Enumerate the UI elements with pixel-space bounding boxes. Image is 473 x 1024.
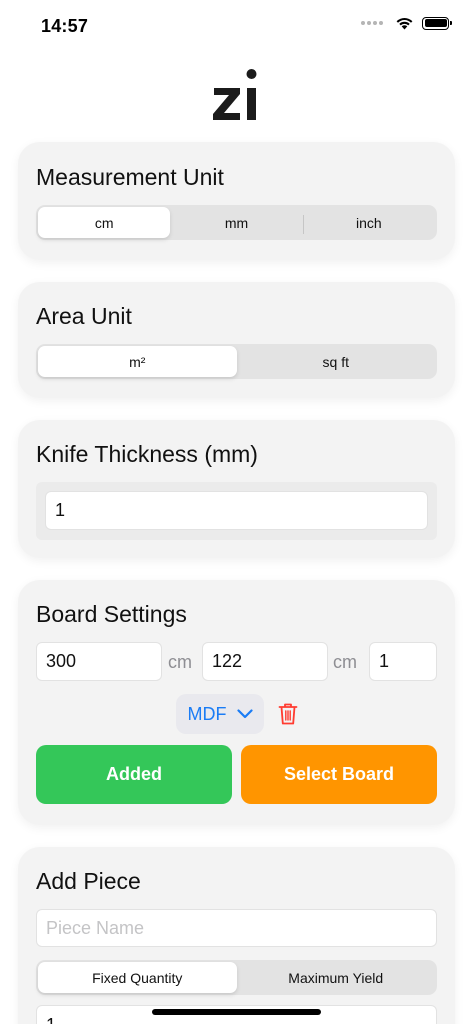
- area-option-sqft[interactable]: sq ft: [237, 346, 436, 377]
- measurement-unit-selector: cm mm inch: [36, 205, 437, 240]
- area-unit-card: Area Unit m² sq ft: [18, 282, 455, 398]
- status-time: 14:57: [41, 16, 89, 36]
- unit-option-inch[interactable]: inch: [302, 207, 435, 238]
- measurement-unit-title: Measurement Unit: [36, 164, 224, 190]
- app-screen: 14:57 Measurement Unit cm mm inch Area U…: [0, 0, 473, 1024]
- battery-icon: [422, 16, 452, 30]
- knife-thickness-title: Knife Thickness (mm): [36, 441, 258, 467]
- mode-maximum-yield[interactable]: Maximum Yield: [237, 962, 436, 993]
- app-logo: [213, 69, 257, 120]
- unit-option-mm[interactable]: mm: [170, 207, 302, 238]
- material-picker[interactable]: MDF: [176, 694, 264, 734]
- added-button[interactable]: Added: [36, 745, 232, 804]
- mode-fixed-quantity[interactable]: Fixed Quantity: [38, 962, 237, 993]
- board-length-input[interactable]: 300: [36, 642, 162, 681]
- piece-name-input[interactable]: Piece Name: [36, 909, 437, 947]
- board-settings-title: Board Settings: [36, 601, 187, 627]
- knife-thickness-card: Knife Thickness (mm) 1: [18, 420, 455, 558]
- board-length-unit: cm: [168, 652, 192, 672]
- add-piece-card: Add Piece Piece Name Fixed Quantity Maxi…: [18, 847, 455, 1024]
- material-label: MDF: [187, 703, 227, 724]
- status-bar: 14:57: [0, 0, 473, 50]
- home-indicator: [152, 1009, 321, 1015]
- area-unit-title: Area Unit: [36, 303, 132, 329]
- board-width-unit: cm: [333, 652, 357, 672]
- select-board-button[interactable]: Select Board: [241, 745, 437, 804]
- board-quantity-input[interactable]: 1: [369, 642, 437, 681]
- cellular-dots-icon: [361, 21, 383, 25]
- board-width-input[interactable]: 122: [202, 642, 328, 681]
- add-piece-title: Add Piece: [36, 868, 141, 894]
- board-settings-card: Board Settings 300 cm 122 cm 1 MDF Added…: [18, 580, 455, 825]
- piece-mode-selector: Fixed Quantity Maximum Yield: [36, 960, 437, 995]
- status-icons: [361, 16, 452, 30]
- chevron-down-icon: [236, 709, 253, 719]
- knife-thickness-input[interactable]: 1: [45, 491, 428, 530]
- unit-option-cm[interactable]: cm: [38, 207, 171, 238]
- trash-icon[interactable]: [278, 702, 298, 726]
- measurement-unit-card: Measurement Unit cm mm inch: [18, 142, 455, 260]
- area-unit-selector: m² sq ft: [36, 344, 437, 379]
- wifi-icon: [396, 17, 413, 30]
- area-option-m2[interactable]: m²: [38, 346, 237, 377]
